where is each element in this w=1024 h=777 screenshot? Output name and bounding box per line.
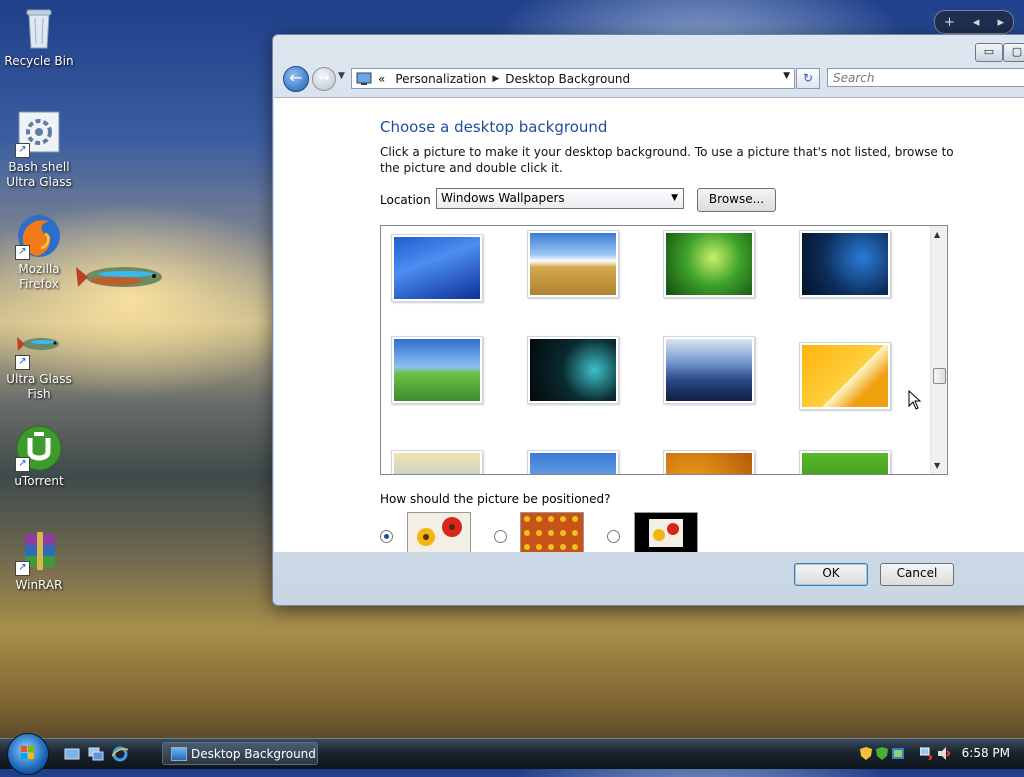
browse-button[interactable]: Browse... [697, 188, 776, 212]
dialog-footer: OK Cancel [274, 552, 1024, 602]
fish-desktop-pet[interactable] [76, 262, 166, 292]
volume-muted-icon[interactable] [938, 747, 950, 760]
desktop-icon-bash-shell[interactable]: ↗ Bash shell Ultra Glass [0, 110, 78, 190]
position-tile-radio[interactable] [494, 530, 507, 543]
address-bar[interactable]: « Personalization ▶ Desktop Background ▼ [351, 68, 795, 89]
utorrent-icon: ↗ [15, 424, 63, 472]
desktop-icon-firefox[interactable]: ↗ Mozilla Firefox [0, 212, 78, 292]
scrollbar-thumb[interactable] [933, 368, 946, 384]
desktop-icon-recycle-bin[interactable]: Recycle Bin [0, 4, 78, 69]
show-desktop-icon[interactable] [64, 746, 80, 762]
wallpaper-thumbnail[interactable] [527, 230, 619, 298]
shortcut-arrow-icon: ↗ [15, 561, 30, 576]
wallpaper-thumbnail[interactable] [663, 336, 755, 404]
winrar-icon: ↗ [15, 528, 63, 576]
page-description: Click a picture to make it your desktop … [380, 145, 954, 175]
fish-shortcut-icon: ↗ [15, 322, 63, 370]
minimize-button[interactable]: ▭ [975, 43, 1003, 62]
control-panel-icon [356, 72, 372, 85]
wallpaper-thumbnail[interactable] [799, 230, 891, 298]
wallpaper-thumbnail[interactable] [527, 336, 619, 404]
wallpaper-thumbnail[interactable] [663, 450, 755, 474]
ok-button[interactable]: OK [794, 563, 868, 586]
forward-arrow-icon: → [318, 70, 330, 86]
back-arrow-icon: ← [289, 68, 303, 87]
recent-pages-chevron-icon[interactable]: ▼ [338, 71, 345, 81]
breadcrumb-overflow[interactable]: « [378, 72, 385, 86]
chevron-down-icon: ▼ [671, 193, 678, 203]
position-center-preview[interactable] [634, 512, 698, 552]
wallpaper-thumbnail[interactable] [391, 336, 483, 404]
sidebar-gadget-controls[interactable]: + ◂ ▸ [934, 10, 1014, 34]
scroll-up-icon[interactable]: ▲ [934, 230, 940, 239]
desktop-icon-label: Ultra Glass Fish [6, 372, 72, 401]
position-fill-preview[interactable] [407, 512, 471, 552]
cancel-button[interactable]: Cancel [880, 563, 954, 586]
desktop-icon-label: WinRAR [15, 578, 63, 592]
position-tile-preview[interactable] [520, 512, 584, 552]
navigation-bar: ← → ▼ « Personalization ▶ Desktop Backgr… [281, 65, 1024, 93]
position-fill-radio[interactable] [380, 530, 393, 543]
recycle-bin-icon [15, 4, 63, 52]
wallpaper-gallery: ▲ ▼ [380, 225, 948, 475]
breadcrumb-personalization[interactable]: Personalization [395, 72, 486, 86]
position-label: How should the picture be positioned? [380, 492, 611, 506]
shortcut-arrow-icon: ↗ [15, 355, 30, 370]
control-panel-icon [171, 747, 187, 761]
security-shield-icon[interactable] [876, 747, 888, 760]
desktop-icon-winrar[interactable]: ↗ WinRAR [0, 528, 78, 593]
maximize-button[interactable]: ▢ [1003, 43, 1024, 62]
taskbar-item-label: Desktop Background [191, 747, 316, 761]
address-dropdown-icon[interactable]: ▼ [783, 71, 790, 81]
desktop-icon-utorrent[interactable]: ↗ uTorrent [0, 424, 78, 489]
desktop-icon-ultra-glass-fish[interactable]: ↗ Ultra Glass Fish [0, 322, 78, 402]
breadcrumb-separator-icon[interactable]: ▶ [492, 74, 499, 84]
refresh-icon: ↻ [802, 71, 814, 85]
shortcut-arrow-icon: ↗ [15, 245, 30, 260]
warning-shield-icon[interactable] [860, 747, 872, 760]
add-gadget-icon[interactable]: + [944, 15, 955, 30]
location-value: Windows Wallpapers [441, 191, 565, 205]
page-title: Choose a desktop background [380, 118, 608, 136]
back-button[interactable]: ← [283, 66, 309, 92]
wallpaper-thumbnail[interactable] [391, 450, 483, 474]
desktop-icon-label: Mozilla Firefox [18, 262, 60, 291]
desktop-icon-label: Recycle Bin [4, 54, 74, 68]
mouse-pointer-icon [908, 389, 922, 410]
system-tray: 6:58 PM [834, 739, 1024, 769]
wallpaper-thumbnail[interactable] [799, 450, 891, 474]
search-input[interactable]: Search [827, 68, 1024, 87]
wallpaper-thumbnail[interactable] [391, 234, 483, 302]
scroll-down-icon[interactable]: ▼ [934, 461, 940, 470]
gallery-scrollbar[interactable]: ▲ ▼ [930, 226, 947, 474]
wallpaper-thumbnail[interactable] [527, 450, 619, 474]
shortcut-arrow-icon: ↗ [15, 457, 30, 472]
desktop-icon-label: Bash shell Ultra Glass [6, 160, 72, 189]
content-pane: Choose a desktop background Click a pict… [274, 97, 1024, 552]
location-label: Location [380, 193, 431, 207]
next-icon[interactable]: ▸ [997, 15, 1004, 30]
wallpaper-thumbnail[interactable] [663, 230, 755, 298]
internet-explorer-icon[interactable] [112, 746, 128, 762]
breadcrumb-desktop-background[interactable]: Desktop Background [505, 72, 630, 86]
location-dropdown[interactable]: Windows Wallpapers ▼ [436, 188, 684, 209]
network-icon[interactable] [920, 747, 932, 760]
windows-logo-icon [21, 746, 34, 759]
previous-icon[interactable]: ◂ [973, 15, 980, 30]
windows-defender-icon[interactable] [892, 747, 904, 760]
clock[interactable]: 6:58 PM [962, 746, 1010, 760]
taskbar-item-desktop-background[interactable]: Desktop Background [162, 742, 318, 765]
desktop-icon-label: uTorrent [14, 474, 64, 488]
desktop-background-window: ▭ ▢ ← → ▼ « Personalization ▶ Desktop Ba… [272, 34, 1024, 606]
bash-shell-icon: ↗ [15, 110, 63, 158]
refresh-button[interactable]: ↻ [796, 68, 820, 89]
taskbar: Desktop Background 6:58 PM [0, 733, 1024, 775]
switch-windows-icon[interactable] [88, 746, 104, 762]
forward-button[interactable]: → [312, 67, 336, 91]
start-button[interactable] [7, 733, 49, 775]
shortcut-arrow-icon: ↗ [15, 143, 30, 158]
wallpaper-thumbnail[interactable] [799, 342, 891, 410]
position-center-radio[interactable] [607, 530, 620, 543]
firefox-icon: ↗ [15, 212, 63, 260]
